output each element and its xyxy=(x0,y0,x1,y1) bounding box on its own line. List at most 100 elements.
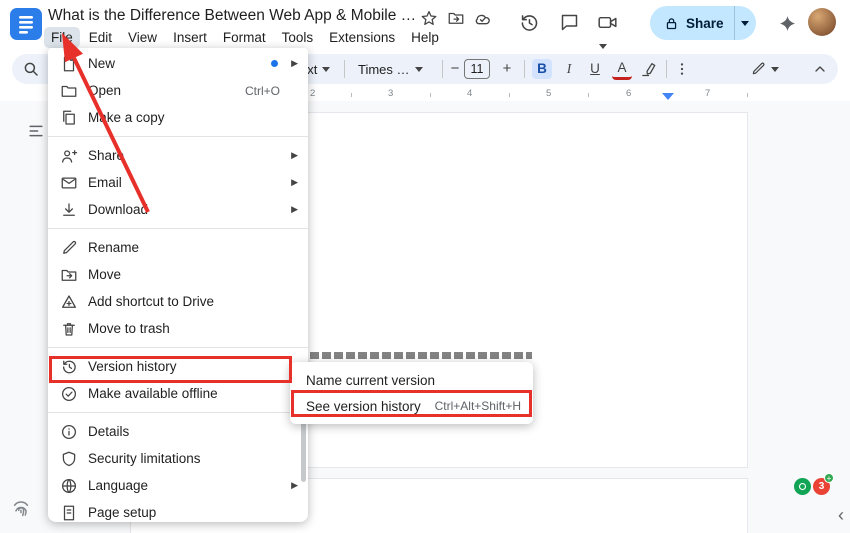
version-history-submenu: Name current version See version history… xyxy=(290,362,533,424)
globe-icon xyxy=(60,477,78,495)
trash-icon xyxy=(60,320,78,338)
menu-format[interactable]: Format xyxy=(216,27,273,48)
user-avatar[interactable] xyxy=(808,8,836,36)
font-family-dropdown[interactable]: Times … xyxy=(358,54,423,84)
ruler-mark: 4 xyxy=(467,88,473,99)
menu-file[interactable]: File xyxy=(44,27,80,48)
collapse-toolbar-icon[interactable] xyxy=(812,54,828,84)
google-docs-window: What is the Difference Between Web App &… xyxy=(0,0,850,533)
menu-divider xyxy=(48,136,308,137)
text-color-button[interactable]: A xyxy=(612,59,632,80)
submenu-arrow-icon: ▶ xyxy=(291,150,298,160)
menu-item-rename[interactable]: Rename xyxy=(48,234,308,261)
menu-item-share[interactable]: Share ▶ xyxy=(48,142,308,169)
font-size-input[interactable]: 11 xyxy=(464,59,490,79)
italic-button[interactable]: I xyxy=(559,59,579,79)
share-main[interactable]: Share xyxy=(650,6,734,40)
open-folder-icon xyxy=(60,82,78,100)
meet-caret-icon[interactable] xyxy=(599,44,607,50)
ruler-tick xyxy=(351,93,352,97)
increase-font-size-button[interactable]: + xyxy=(498,59,516,79)
version-history-clock-icon[interactable] xyxy=(518,12,540,34)
menu-item-make-available-offline[interactable]: Make available offline xyxy=(48,380,308,407)
menu-item-new[interactable]: New ▶ xyxy=(48,50,308,77)
share-person-icon xyxy=(60,147,78,165)
indent-marker[interactable] xyxy=(662,93,674,100)
highlight-color-button[interactable] xyxy=(640,54,657,84)
menu-edit[interactable]: Edit xyxy=(82,27,119,48)
cloud-saved-icon[interactable] xyxy=(473,9,491,27)
menu-view[interactable]: View xyxy=(121,27,164,48)
ruler-mark: 6 xyxy=(626,88,632,99)
menu-item-language[interactable]: Language ▶ xyxy=(48,472,308,499)
menu-tools[interactable]: Tools xyxy=(275,27,321,48)
star-icon[interactable] xyxy=(420,9,438,27)
comments-icon[interactable] xyxy=(559,12,581,34)
extension-badge-plus: + xyxy=(824,473,834,483)
drive-shortcut-icon xyxy=(60,293,78,311)
collapse-side-panel-icon[interactable]: ‹ xyxy=(838,505,844,526)
ruler-tick xyxy=(588,93,589,97)
download-icon xyxy=(60,201,78,219)
fingerprint-icon[interactable] xyxy=(10,498,34,522)
meet-video-icon[interactable] xyxy=(597,12,631,50)
shield-icon xyxy=(60,450,78,468)
ruler-mark: 3 xyxy=(388,88,394,99)
submenu-item-name-current-version[interactable]: Name current version xyxy=(290,367,533,393)
menu-item-move[interactable]: Move xyxy=(48,261,308,288)
search-menus-icon[interactable] xyxy=(22,54,40,84)
gemini-sparkle-icon[interactable] xyxy=(778,14,800,36)
menu-divider xyxy=(48,228,308,229)
file-menu-dropdown: New ▶ Open Ctrl+O Make a copy Share ▶ Em… xyxy=(48,48,308,522)
menu-item-page-setup[interactable]: Page setup xyxy=(48,499,308,522)
share-button[interactable]: Share xyxy=(650,6,756,40)
toolbar-separator xyxy=(524,60,525,78)
show-outline-icon[interactable] xyxy=(26,121,46,141)
extension-badge-green[interactable] xyxy=(794,478,811,495)
submenu-arrow-icon: ▶ xyxy=(291,480,298,490)
menu-item-email[interactable]: Email ▶ xyxy=(48,169,308,196)
menu-item-security-limitations[interactable]: Security limitations xyxy=(48,445,308,472)
submenu-arrow-icon: ▶ xyxy=(291,177,298,187)
titlebar: What is the Difference Between Web App &… xyxy=(0,0,850,50)
more-options-icon[interactable] xyxy=(674,54,690,84)
underline-button[interactable]: U xyxy=(585,59,605,79)
menu-item-move-to-trash[interactable]: Move to trash xyxy=(48,315,308,342)
page-setup-icon xyxy=(60,504,78,522)
bold-button[interactable]: B xyxy=(532,59,552,79)
share-caret-icon[interactable] xyxy=(734,20,756,26)
menu-help[interactable]: Help xyxy=(404,27,446,48)
editing-mode-dropdown[interactable] xyxy=(750,54,779,84)
ruler-tick xyxy=(430,93,431,97)
menu-bar: File Edit View Insert Format Tools Exten… xyxy=(44,27,446,48)
docs-logo[interactable] xyxy=(10,8,42,40)
menu-item-download[interactable]: Download ▶ xyxy=(48,196,308,223)
email-icon xyxy=(60,174,78,192)
toolbar-separator xyxy=(344,60,345,78)
menu-insert[interactable]: Insert xyxy=(166,27,214,48)
ruler-tick xyxy=(509,93,510,97)
menu-item-open[interactable]: Open Ctrl+O xyxy=(48,77,308,104)
menu-divider xyxy=(48,347,308,348)
move-folder-icon xyxy=(60,266,78,284)
offline-check-icon xyxy=(60,385,78,403)
rename-pencil-icon xyxy=(60,239,78,257)
menu-item-add-shortcut-to-drive[interactable]: Add shortcut to Drive xyxy=(48,288,308,315)
menu-divider xyxy=(48,412,308,413)
document-text-line xyxy=(310,352,532,359)
menu-item-details[interactable]: Details xyxy=(48,418,308,445)
menu-item-version-history[interactable]: Version history ▶ xyxy=(48,353,308,380)
submenu-arrow-icon: ▶ xyxy=(291,58,298,68)
document-title[interactable]: What is the Difference Between Web App &… xyxy=(48,7,416,25)
ruler-tick xyxy=(747,93,748,97)
decrease-font-size-button[interactable]: − xyxy=(446,59,464,79)
lock-icon xyxy=(666,17,677,29)
toolbar-separator xyxy=(442,60,443,78)
move-to-folder-icon[interactable] xyxy=(447,9,465,27)
menu-item-make-a-copy[interactable]: Make a copy xyxy=(48,104,308,131)
ruler-mark: 5 xyxy=(546,88,552,99)
menu-extensions[interactable]: Extensions xyxy=(322,27,402,48)
ruler-mark: 7 xyxy=(705,88,711,99)
info-icon xyxy=(60,423,78,441)
submenu-item-see-version-history[interactable]: See version history Ctrl+Alt+Shift+H xyxy=(290,393,533,419)
